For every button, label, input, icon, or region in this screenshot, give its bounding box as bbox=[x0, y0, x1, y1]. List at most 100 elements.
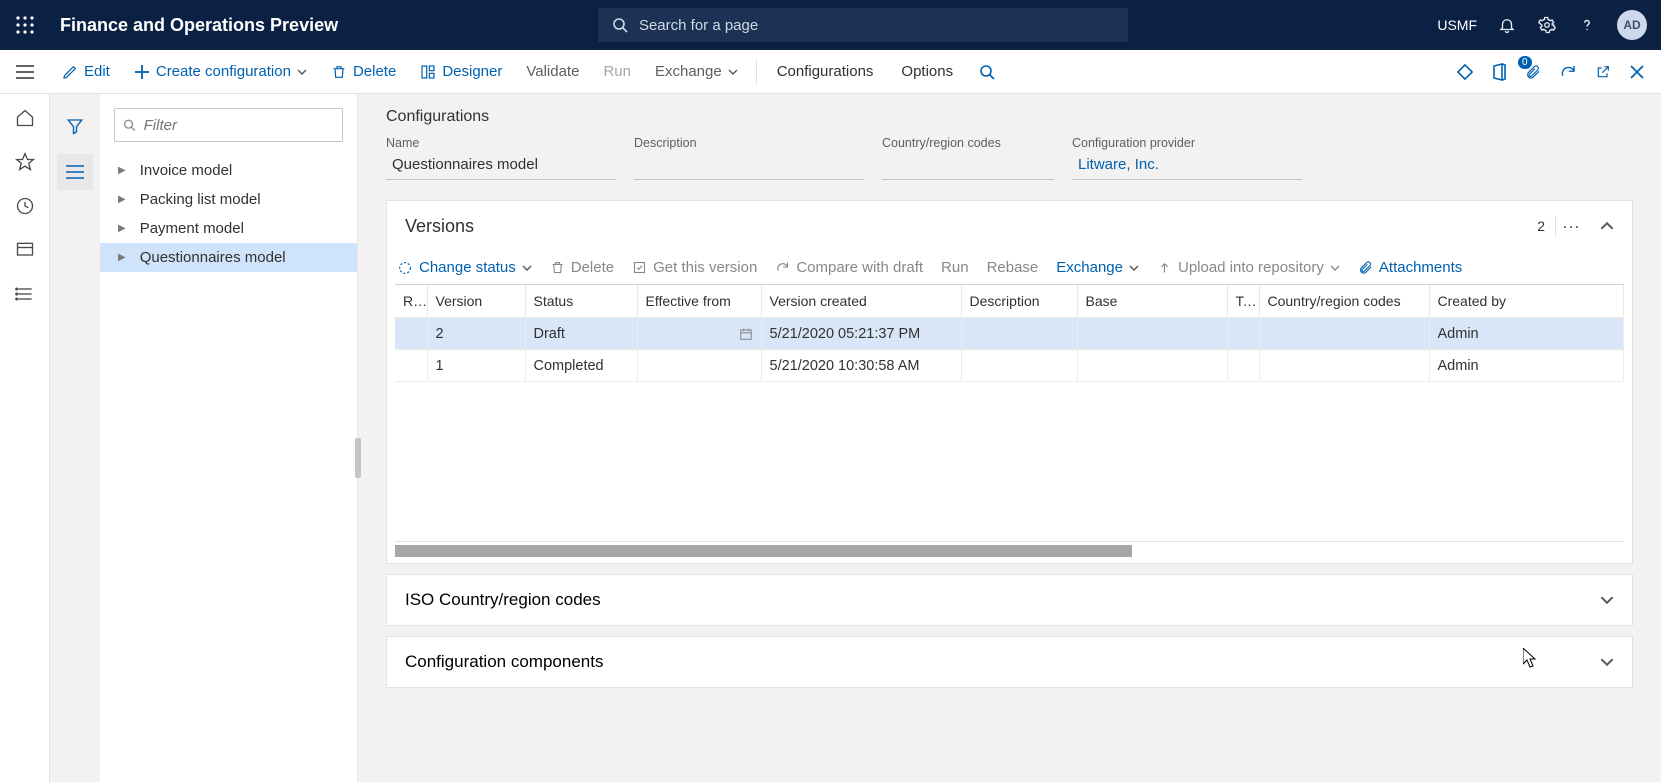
create-configuration-button[interactable]: Create configuration bbox=[122, 50, 319, 94]
version-delete-button[interactable]: Delete bbox=[550, 259, 614, 276]
tree-filter-input[interactable] bbox=[144, 117, 334, 134]
edit-button[interactable]: Edit bbox=[50, 50, 122, 94]
cell-created-by[interactable]: Admin bbox=[1429, 318, 1624, 350]
attachments-icon[interactable]: 0 bbox=[1525, 63, 1541, 81]
refresh-icon[interactable] bbox=[1559, 63, 1577, 81]
home-icon[interactable] bbox=[15, 108, 35, 128]
action-search-icon[interactable] bbox=[967, 64, 1007, 80]
expand-arrow-icon[interactable]: ▶ bbox=[118, 223, 126, 234]
cell-version[interactable]: 1 bbox=[427, 350, 525, 382]
rebase-button[interactable]: Rebase bbox=[987, 259, 1039, 276]
versions-grid[interactable]: R... Version Status Effective from Versi… bbox=[395, 284, 1624, 382]
cell-version-created[interactable]: 5/21/2020 10:30:58 AM bbox=[761, 350, 961, 382]
tree-item-questionnaires-model[interactable]: ▶ Questionnaires model bbox=[100, 243, 357, 272]
calendar-icon[interactable] bbox=[739, 327, 753, 341]
field-value-link[interactable]: Litware, Inc. bbox=[1072, 154, 1302, 180]
diamond-icon[interactable] bbox=[1457, 64, 1473, 80]
cell-effective-from[interactable] bbox=[637, 350, 761, 382]
expand-arrow-icon[interactable]: ▶ bbox=[118, 165, 126, 176]
expand-arrow-icon[interactable]: ▶ bbox=[118, 252, 126, 263]
office-icon[interactable] bbox=[1491, 63, 1507, 81]
filter-icon[interactable] bbox=[57, 108, 93, 144]
company-picker[interactable]: USMF bbox=[1437, 17, 1477, 33]
col-t[interactable]: T... bbox=[1227, 285, 1259, 318]
tree-item-packing-list-model[interactable]: ▶ Packing list model bbox=[100, 185, 357, 214]
tree-item-payment-model[interactable]: ▶ Payment model bbox=[100, 214, 357, 243]
upload-into-repository-button[interactable]: Upload into repository bbox=[1157, 259, 1340, 276]
tab-options[interactable]: Options bbox=[887, 50, 967, 94]
scrollbar-thumb[interactable] bbox=[395, 545, 1132, 557]
expand-arrow-icon[interactable]: ▶ bbox=[118, 194, 126, 205]
cell-version[interactable]: 2 bbox=[427, 318, 525, 350]
cell-effective-from[interactable] bbox=[637, 318, 761, 350]
recent-icon[interactable] bbox=[15, 196, 35, 216]
configuration-components-card[interactable]: Configuration components bbox=[386, 636, 1633, 688]
cell-base[interactable] bbox=[1077, 318, 1227, 350]
trash-icon bbox=[331, 64, 347, 80]
iso-country-codes-card[interactable]: ISO Country/region codes bbox=[386, 574, 1633, 626]
compare-with-draft-button[interactable]: Compare with draft bbox=[775, 259, 923, 276]
global-search-input[interactable] bbox=[639, 17, 1116, 34]
cell-t[interactable] bbox=[1227, 318, 1259, 350]
table-row[interactable]: 1 Completed 5/21/2020 10:30:58 AM Admin bbox=[395, 350, 1624, 382]
close-icon[interactable] bbox=[1629, 64, 1645, 80]
help-icon[interactable] bbox=[1577, 15, 1597, 35]
modules-icon[interactable] bbox=[15, 284, 35, 304]
attachments-button[interactable]: Attachments bbox=[1358, 259, 1462, 276]
cell-version-created[interactable]: 5/21/2020 05:21:37 PM bbox=[761, 318, 961, 350]
field-value[interactable] bbox=[882, 154, 1054, 180]
more-icon[interactable]: ··· bbox=[1555, 216, 1586, 236]
tab-configurations[interactable]: Configurations bbox=[763, 50, 888, 94]
tree-item-label: Questionnaires model bbox=[140, 249, 286, 266]
list-icon[interactable] bbox=[57, 154, 93, 190]
cell-country[interactable] bbox=[1259, 350, 1429, 382]
iso-title: ISO Country/region codes bbox=[405, 590, 601, 610]
cell-status[interactable]: Draft bbox=[525, 318, 637, 350]
col-base[interactable]: Base bbox=[1077, 285, 1227, 318]
col-revision[interactable]: R... bbox=[395, 285, 427, 318]
cell-t[interactable] bbox=[1227, 350, 1259, 382]
expand-icon[interactable] bbox=[1600, 593, 1614, 607]
change-status-button[interactable]: Change status bbox=[397, 259, 532, 276]
star-icon[interactable] bbox=[15, 152, 35, 172]
run-label: Run bbox=[603, 63, 631, 80]
col-version[interactable]: Version bbox=[427, 285, 525, 318]
expand-icon[interactable] bbox=[1600, 655, 1614, 669]
delete-button[interactable]: Delete bbox=[319, 50, 408, 94]
designer-button[interactable]: Designer bbox=[408, 50, 514, 94]
cell-description[interactable] bbox=[961, 318, 1077, 350]
validate-button[interactable]: Validate bbox=[514, 50, 591, 94]
field-value[interactable]: Questionnaires model bbox=[386, 154, 616, 180]
tree-filter[interactable] bbox=[114, 108, 343, 142]
app-launcher-icon[interactable] bbox=[0, 0, 50, 50]
tree-item-invoice-model[interactable]: ▶ Invoice model bbox=[100, 156, 357, 185]
collapse-icon[interactable] bbox=[1600, 219, 1614, 233]
version-exchange-dropdown[interactable]: Exchange bbox=[1056, 259, 1139, 276]
cell-country[interactable] bbox=[1259, 318, 1429, 350]
get-this-version-button[interactable]: Get this version bbox=[632, 259, 757, 276]
field-value[interactable] bbox=[634, 154, 864, 180]
cell-status[interactable]: Completed bbox=[525, 350, 637, 382]
exchange-dropdown[interactable]: Exchange bbox=[643, 50, 750, 94]
cell-description[interactable] bbox=[961, 350, 1077, 382]
cell-created-by[interactable]: Admin bbox=[1429, 350, 1624, 382]
table-row[interactable]: 2 Draft 5/21/2020 05:21:37 PM Admin bbox=[395, 318, 1624, 350]
col-created-by[interactable]: Created by bbox=[1429, 285, 1624, 318]
cell-base[interactable] bbox=[1077, 350, 1227, 382]
col-country[interactable]: Country/region codes bbox=[1259, 285, 1429, 318]
workspace-icon[interactable] bbox=[15, 240, 35, 260]
global-search[interactable] bbox=[598, 8, 1128, 42]
hamburger-icon[interactable] bbox=[0, 50, 50, 94]
col-status[interactable]: Status bbox=[525, 285, 637, 318]
version-run-button[interactable]: Run bbox=[941, 259, 969, 276]
avatar[interactable]: AD bbox=[1617, 10, 1647, 40]
bell-icon[interactable] bbox=[1497, 15, 1517, 35]
gear-icon[interactable] bbox=[1537, 15, 1557, 35]
topbar: Finance and Operations Preview USMF AD bbox=[0, 0, 1661, 50]
horizontal-scrollbar[interactable] bbox=[395, 545, 1624, 557]
col-effective-from[interactable]: Effective from bbox=[637, 285, 761, 318]
resize-handle[interactable] bbox=[355, 438, 361, 478]
col-description[interactable]: Description bbox=[961, 285, 1077, 318]
col-version-created[interactable]: Version created bbox=[761, 285, 961, 318]
popout-icon[interactable] bbox=[1595, 64, 1611, 80]
